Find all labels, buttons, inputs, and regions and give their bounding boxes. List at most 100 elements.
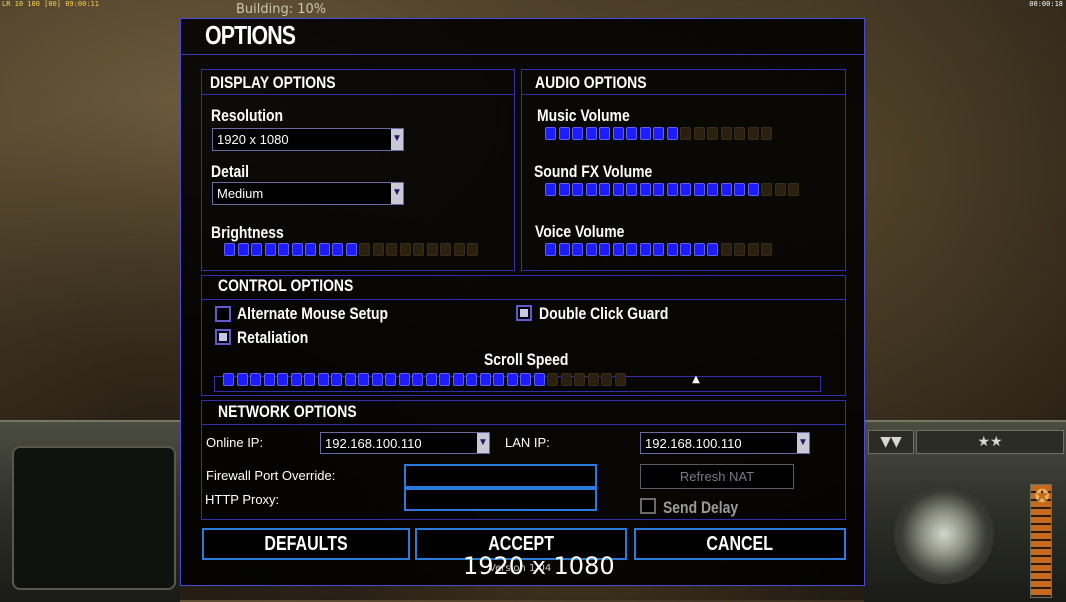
slider-segment <box>545 243 556 256</box>
slider-segment <box>666 243 678 256</box>
control-header-divider <box>201 299 846 300</box>
online-ip-value: 192.168.100.110 <box>325 436 422 451</box>
slider-segment <box>358 373 369 386</box>
slider-segment <box>263 373 275 386</box>
hud-button-2[interactable]: ★★ <box>916 430 1064 454</box>
double-click-guard-checkbox[interactable] <box>516 305 532 321</box>
slider-segment <box>734 183 745 196</box>
slider-segment <box>707 183 718 196</box>
detail-dropdown[interactable]: Medium ▼ <box>212 182 404 205</box>
slider-segment <box>318 243 330 256</box>
slider-segment <box>236 373 248 386</box>
slider-segment <box>291 243 303 256</box>
lan-ip-dropdown[interactable]: 192.168.100.110 ▼ <box>640 432 810 454</box>
resolution-dropdown[interactable]: 1920 x 1080 ▼ <box>212 128 404 151</box>
slider-segment <box>774 183 786 196</box>
slider-thumb-icon[interactable]: ▲ <box>690 374 702 388</box>
slider-segment <box>479 373 491 386</box>
slider-segment <box>599 127 610 140</box>
hud-timer: 00:00:18 <box>1029 0 1063 8</box>
slider-segment <box>747 183 759 196</box>
slider-segment <box>545 183 556 196</box>
slider-segment <box>331 373 342 386</box>
cancel-button[interactable]: CANCEL <box>634 528 846 560</box>
rank-star-icon: ✪ <box>1034 486 1050 507</box>
slider-segment <box>223 373 234 386</box>
voice-volume-label: Voice Volume <box>535 222 625 241</box>
display-header-divider <box>201 94 515 95</box>
slider-segment <box>251 243 262 256</box>
slider-segment <box>707 127 718 140</box>
hud-stats: LR 10 100 [00] 09:00:11 <box>2 0 99 8</box>
refresh-nat-button[interactable]: Refresh NAT <box>640 464 794 489</box>
slider-segment <box>639 183 651 196</box>
slider-segment <box>440 243 451 256</box>
slider-segment <box>680 243 691 256</box>
slider-segment <box>452 373 464 386</box>
slider-segment <box>264 243 276 256</box>
slider-segment <box>612 183 624 196</box>
slider-segment <box>332 243 343 256</box>
slider-segment <box>520 373 531 386</box>
chevron-down-icon[interactable]: ▼ <box>391 183 403 204</box>
slider-segment <box>250 373 261 386</box>
hud-button-1[interactable]: ▼▼ <box>868 430 914 454</box>
radar-minimap <box>12 446 176 590</box>
sound-fx-volume-label: Sound FX Volume <box>534 162 653 181</box>
slider-segment <box>693 127 705 140</box>
title-divider <box>180 54 865 55</box>
slider-segment <box>371 373 383 386</box>
slider-segment <box>585 243 597 256</box>
slider-segment <box>399 243 411 256</box>
hud-right-panel: ▼▼ ★★ ✪ <box>864 420 1066 602</box>
firewall-port-input[interactable] <box>404 464 597 488</box>
slider-segment <box>533 373 545 386</box>
chevron-down-icon[interactable]: ▼ <box>797 433 809 453</box>
slider-segment <box>425 373 437 386</box>
slider-segment <box>359 243 370 256</box>
online-ip-label: Online IP: <box>206 435 264 450</box>
slider-segment <box>680 183 691 196</box>
chevron-down-icon[interactable]: ▼ <box>391 129 403 150</box>
control-options-header: CONTROL OPTIONS <box>218 276 354 295</box>
alternate-mouse-checkbox[interactable] <box>215 306 231 322</box>
slider-segment <box>761 183 772 196</box>
slider-segment <box>734 243 745 256</box>
slider-segment <box>386 243 397 256</box>
chevron-down-icon[interactable]: ▼ <box>477 433 489 453</box>
slider-segment <box>572 127 583 140</box>
slider-segment <box>614 373 626 386</box>
alternate-mouse-label: Alternate Mouse Setup <box>237 304 389 323</box>
slider-segment <box>493 373 504 386</box>
slider-segment <box>344 373 356 386</box>
power-dial <box>894 484 994 584</box>
slider-segment <box>788 183 799 196</box>
music-volume-label: Music Volume <box>537 106 630 125</box>
slider-segment <box>639 127 651 140</box>
dialog-title: OPTIONS <box>205 20 296 50</box>
http-proxy-input[interactable] <box>404 488 597 511</box>
slider-segment <box>558 243 570 256</box>
slider-segment <box>372 243 384 256</box>
slider-segment <box>639 243 651 256</box>
slider-segment <box>585 127 597 140</box>
online-ip-dropdown[interactable]: 192.168.100.110 ▼ <box>320 432 490 454</box>
resolution-value: 1920 x 1080 <box>217 132 289 147</box>
retaliation-checkbox[interactable] <box>215 329 231 345</box>
defaults-button[interactable]: DEFAULTS <box>202 528 410 560</box>
slider-segment <box>587 373 599 386</box>
display-options-header: DISPLAY OPTIONS <box>210 73 336 92</box>
slider-segment <box>545 127 556 140</box>
send-delay-label: Send Delay <box>663 498 739 517</box>
network-options-header: NETWORK OPTIONS <box>218 402 357 421</box>
slider-segment <box>720 127 732 140</box>
slider-segment <box>558 183 570 196</box>
brightness-label: Brightness <box>211 223 284 242</box>
slider-segment <box>761 127 772 140</box>
send-delay-checkbox[interactable] <box>640 498 656 514</box>
slider-segment <box>653 243 664 256</box>
slider-segment <box>290 373 302 386</box>
slider-segment <box>305 243 316 256</box>
slider-segment <box>466 373 477 386</box>
retaliation-label: Retaliation <box>237 328 309 347</box>
